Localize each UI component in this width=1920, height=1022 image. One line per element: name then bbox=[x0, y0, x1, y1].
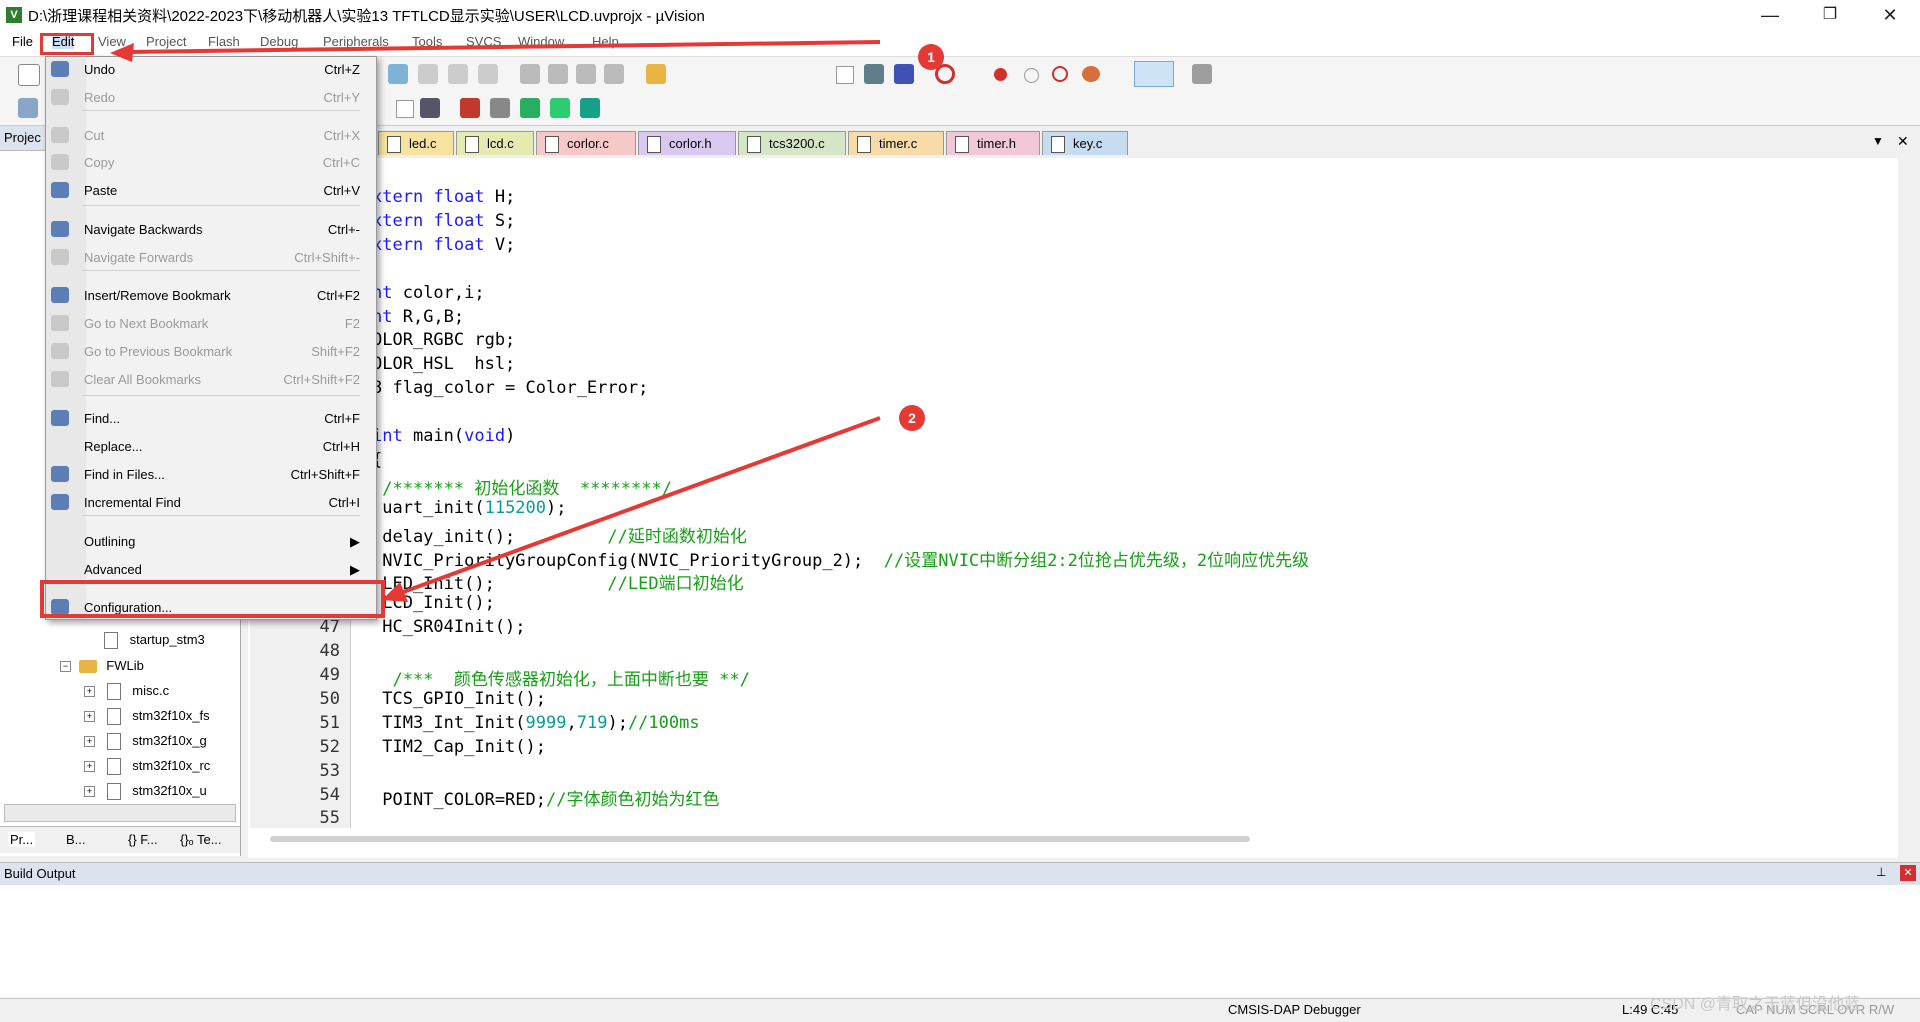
build-output-title: Build Output bbox=[4, 866, 76, 881]
watermark: CSDN @青取之于蓝但没他蓝 bbox=[1650, 996, 1861, 1013]
close-panel-icon[interactable]: ✕ bbox=[1900, 865, 1916, 881]
build-output-header: Build Output ⊥ ✕ bbox=[0, 862, 1920, 886]
build-output-body[interactable] bbox=[0, 885, 1920, 997]
status-debugger: CMSIS-DAP Debugger bbox=[1228, 1002, 1361, 1017]
arrow-2-line bbox=[394, 416, 881, 597]
arrow-1-head bbox=[110, 43, 134, 62]
annotation-badge-2: 2 bbox=[899, 405, 925, 431]
annotation-badge-1: 1 bbox=[918, 44, 944, 70]
arrow-1-line bbox=[124, 40, 881, 54]
pin-icon[interactable]: ⊥ bbox=[1876, 865, 1886, 879]
